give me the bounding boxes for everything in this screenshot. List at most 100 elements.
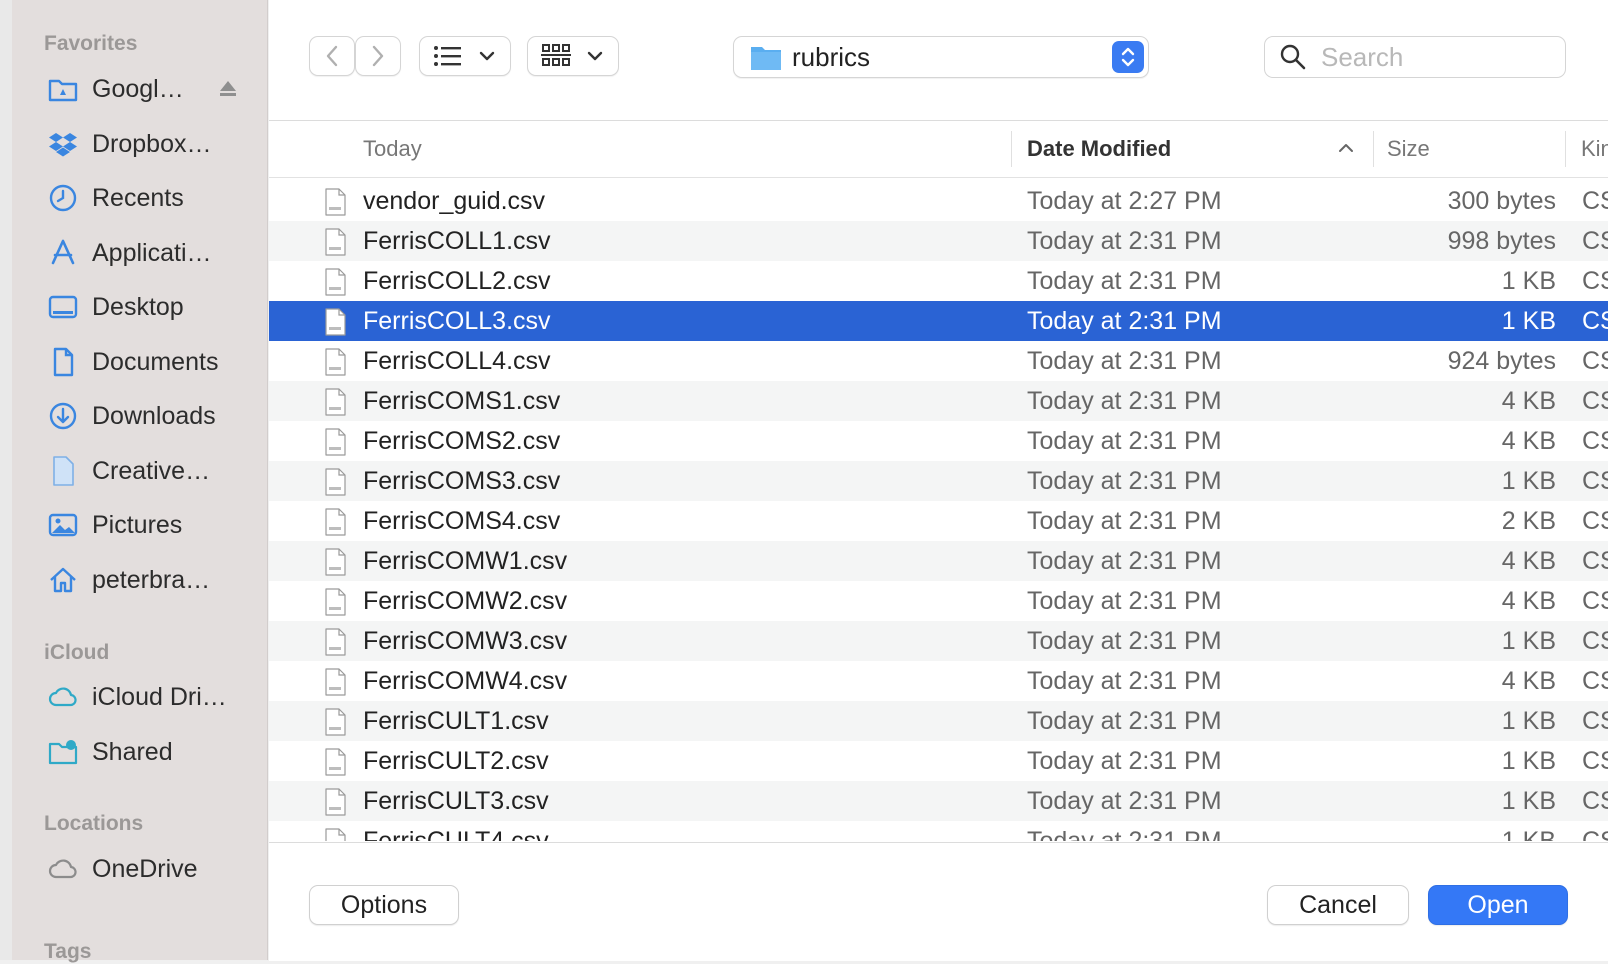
file-row[interactable]: FerrisCOMW3.csv Today at 2:31 PM 1 KB CS (269, 621, 1608, 661)
file-kind: CS (1582, 587, 1608, 615)
file-size: 1 KB (1501, 307, 1556, 335)
sort-ascending-icon[interactable] (1337, 141, 1355, 155)
file-row[interactable]: FerrisCOLL4.csv Today at 2:31 PM 924 bytes… (269, 341, 1608, 381)
column-divider[interactable] (1011, 131, 1012, 167)
sidebar-item-pictures[interactable]: Pictures (46, 502, 258, 548)
file-kind: CS (1582, 827, 1608, 841)
home-icon (46, 563, 80, 597)
file-date: Today at 2:31 PM (1027, 667, 1222, 695)
sidebar-item-label: Desktop (92, 292, 184, 321)
file-row[interactable]: FerrisCULT1.csv Today at 2:31 PM 1 KB CS (269, 701, 1608, 741)
cloud-icon (46, 680, 80, 714)
sidebar-item-label: Googl… (92, 74, 184, 103)
toolbar: rubrics (269, 0, 1608, 121)
sidebar-item-documents[interactable]: Documents (46, 339, 258, 385)
file-row[interactable]: FerrisCOMS3.csv Today at 2:31 PM 1 KB CS (269, 461, 1608, 501)
csv-file-icon (325, 548, 346, 576)
file-row[interactable]: FerrisCOMW1.csv Today at 2:31 PM 4 KB CS (269, 541, 1608, 581)
sidebar-item-dropbox[interactable]: Dropbox… (46, 121, 258, 167)
file-date: Today at 2:31 PM (1027, 627, 1222, 655)
file-row[interactable]: FerrisCULT2.csv Today at 2:31 PM 1 KB CS (269, 741, 1608, 781)
csv-file-icon (325, 508, 346, 536)
list-view-button[interactable] (419, 36, 511, 76)
search-input[interactable] (1319, 40, 1543, 74)
eject-icon[interactable] (216, 77, 240, 101)
file-kind: CS (1582, 347, 1608, 375)
sidebar-item-icloud-drive[interactable]: iCloud Dri… (46, 674, 258, 720)
file-name: FerrisCOMW4.csv (363, 667, 568, 695)
sidebar-item-label: Creative… (92, 456, 211, 485)
file-date: Today at 2:31 PM (1027, 587, 1222, 615)
column-kind-header[interactable]: Kin (1581, 121, 1608, 177)
file-row[interactable]: FerrisCOMW2.csv Today at 2:31 PM 4 KB CS (269, 581, 1608, 621)
back-button[interactable] (309, 36, 355, 76)
file-row[interactable]: FerrisCOMS4.csv Today at 2:31 PM 2 KB CS (269, 501, 1608, 541)
file-size: 924 bytes (1447, 347, 1556, 375)
file-browser: rubrics Today Date Modified Size Kin ven… (269, 0, 1608, 961)
group-view-button[interactable] (527, 36, 619, 76)
file-name: FerrisCOLL2.csv (363, 267, 551, 295)
file-kind: CS (1582, 707, 1608, 735)
csv-file-icon (325, 828, 346, 841)
column-name-header[interactable]: Today (363, 121, 422, 177)
file-size: 300 bytes (1447, 187, 1556, 215)
dropbox-icon (46, 127, 80, 161)
file-row[interactable]: FerrisCOMW4.csv Today at 2:31 PM 4 KB CS (269, 661, 1608, 701)
file-row[interactable]: FerrisCOLL3.csv Today at 2:31 PM 1 KB CS (269, 301, 1608, 341)
file-size: 1 KB (1501, 787, 1556, 815)
sidebar-item-google-drive[interactable]: Googl… (46, 66, 258, 112)
sidebar-item-desktop[interactable]: Desktop (46, 284, 258, 330)
column-divider[interactable] (1565, 131, 1566, 167)
sidebar-item-label: Recents (92, 183, 184, 212)
shared-folder-icon (46, 735, 80, 769)
forward-button[interactable] (355, 36, 401, 76)
sidebar-item-applications[interactable]: Applicati… (46, 230, 258, 276)
locations-heading: Locations (44, 812, 144, 835)
options-button[interactable]: Options (309, 885, 459, 925)
file-row[interactable]: FerrisCOLL1.csv Today at 2:31 PM 998 bytes… (269, 221, 1608, 261)
file-name: FerrisCULT4.csv (363, 827, 549, 841)
file-row[interactable]: FerrisCOMS2.csv Today at 2:31 PM 4 KB CS (269, 421, 1608, 461)
file-row[interactable]: vendor_guid.csv Today at 2:27 PM 300 bytes… (269, 181, 1608, 221)
csv-file-icon (325, 388, 346, 416)
csv-file-icon (325, 308, 346, 336)
location-popup[interactable]: rubrics (733, 36, 1149, 78)
csv-file-icon (325, 668, 346, 696)
sidebar-item-recents[interactable]: Recents (46, 175, 258, 221)
cancel-button[interactable]: Cancel (1267, 885, 1409, 925)
csv-file-icon (325, 428, 346, 456)
sidebar-item-label: Shared (92, 737, 173, 766)
file-row[interactable]: FerrisCULT4.csv Today at 2:31 PM 1 KB CS (269, 821, 1608, 841)
search-icon (1280, 44, 1306, 70)
sidebar-item-onedrive[interactable]: OneDrive (46, 846, 258, 892)
clock-icon (46, 181, 80, 215)
csv-file-icon (325, 748, 346, 776)
file-date: Today at 2:31 PM (1027, 507, 1222, 535)
csv-file-icon (325, 268, 346, 296)
column-divider[interactable] (1373, 131, 1374, 167)
file-row[interactable]: FerrisCOLL2.csv Today at 2:31 PM 1 KB CS (269, 261, 1608, 301)
column-header: Today Date Modified Size Kin (269, 121, 1608, 178)
csv-file-icon (325, 628, 346, 656)
column-date-header[interactable]: Date Modified (1027, 121, 1171, 177)
file-name: FerrisCOMS4.csv (363, 507, 561, 535)
sidebar-item-shared[interactable]: Shared (46, 729, 258, 775)
file-date: Today at 2:31 PM (1027, 267, 1222, 295)
file-row[interactable]: FerrisCULT3.csv Today at 2:31 PM 1 KB CS (269, 781, 1608, 821)
csv-file-icon (325, 188, 346, 216)
file-kind: CS (1582, 427, 1608, 455)
search-field[interactable] (1264, 36, 1566, 78)
csv-file-icon (325, 708, 346, 736)
csv-file-icon (325, 588, 346, 616)
file-name: FerrisCULT3.csv (363, 787, 549, 815)
csv-file-icon (325, 788, 346, 816)
grid-icon (541, 44, 571, 66)
folder-icon (751, 47, 781, 70)
column-size-header[interactable]: Size (1387, 121, 1430, 177)
sidebar-item-downloads[interactable]: Downloads (46, 393, 258, 439)
file-row[interactable]: FerrisCOMS1.csv Today at 2:31 PM 4 KB CS (269, 381, 1608, 421)
file-kind: CS (1582, 547, 1608, 575)
sidebar-item-home[interactable]: peterbra… (46, 557, 258, 603)
sidebar-item-creative[interactable]: Creative… (46, 448, 258, 494)
open-button[interactable]: Open (1428, 885, 1568, 925)
